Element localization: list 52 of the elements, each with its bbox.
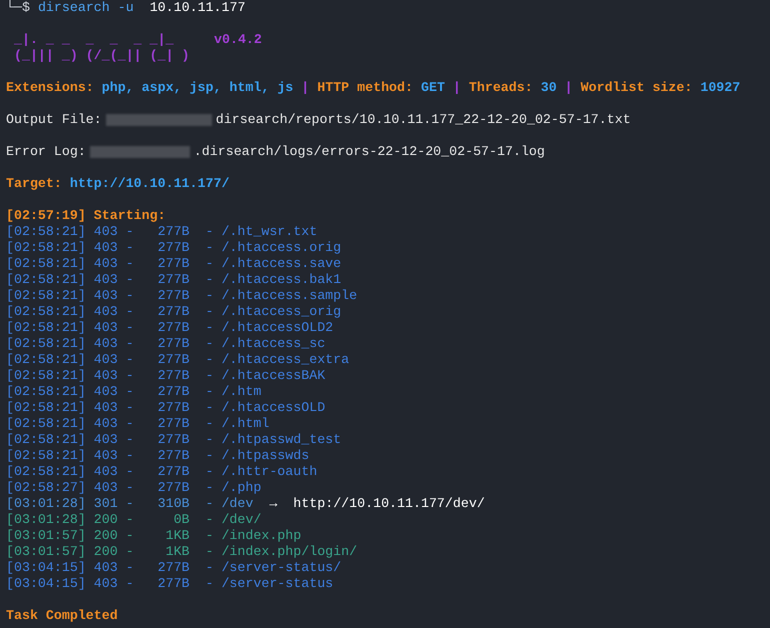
result-row: [02:58:21] 403 - 277B - /.htaccess_extra bbox=[6, 352, 350, 368]
status-message: Task Completed bbox=[6, 608, 118, 624]
output-label: Output File: bbox=[6, 112, 102, 128]
target-url: http://10.10.11.177/ bbox=[70, 176, 230, 192]
result-row: [03:01:28] 200 - 0B - /dev/ bbox=[6, 512, 262, 528]
config-value: 10927 bbox=[700, 80, 740, 96]
result-row: [02:58:21] 403 - 277B - /.htpasswd_test bbox=[6, 432, 342, 448]
result-row: [02:58:21] 403 - 277B - /.ht_wsr.txt bbox=[6, 224, 318, 240]
result-row: [02:58:21] 403 - 277B - /.htaccess_sc bbox=[6, 336, 326, 352]
ascii-logo: (_||| _) (/_(_|| (_| ) bbox=[12, 48, 191, 64]
result-row: [03:04:15] 403 - 277B - /server-status bbox=[6, 576, 334, 592]
config-label: Threads: bbox=[468, 80, 533, 96]
ascii-logo: _|. _ _ _ _ _ _|_ bbox=[12, 32, 175, 48]
command-argument: 10.10.11.177 bbox=[150, 0, 246, 16]
result-row: [02:58:21] 403 - 277B - /.htpasswds bbox=[6, 448, 310, 464]
target-label: Target: bbox=[6, 176, 62, 192]
config-value: php, aspx, jsp, html, js bbox=[102, 80, 294, 96]
result-row: [02:58:21] 403 - 277B - /.html bbox=[6, 416, 270, 432]
result-row: [02:58:21] 403 - 277B - /.htm bbox=[6, 384, 262, 400]
result-row: [03:01:57] 200 - 1KB - /index.php/login/ bbox=[6, 544, 358, 560]
result-row: [02:58:27] 403 - 277B - /.php bbox=[6, 480, 262, 496]
error-log-label: Error Log: bbox=[6, 144, 86, 160]
result-row: [02:58:21] 403 - 277B - /.htaccess.sample bbox=[6, 288, 358, 304]
result-row: [03:01:28] 301 - 310B - /dev bbox=[6, 496, 254, 512]
start-time: [02:57:19] bbox=[6, 208, 86, 224]
config-value: GET bbox=[420, 80, 445, 96]
arrow-text: → bbox=[269, 496, 278, 512]
result-row: [02:58:21] 403 - 277B - /.htaccess.orig bbox=[6, 240, 342, 256]
command-text: dirsearch bbox=[38, 0, 110, 16]
result-row: [02:58:21] 403 - 277B - /.htaccess.save bbox=[6, 256, 342, 272]
separator-text: | bbox=[452, 80, 461, 96]
config-value: 30 bbox=[540, 80, 557, 96]
separator-text: | bbox=[564, 80, 573, 96]
result-row: [02:58:21] 403 - 277B - /.htaccessOLD bbox=[6, 400, 326, 416]
config-label: HTTP method: bbox=[317, 80, 413, 96]
result-row: [02:58:21] 403 - 277B - /.htaccess.bak1 bbox=[6, 272, 342, 288]
prompt-symbol: └─$ bbox=[6, 0, 30, 16]
error-log-path: .dirsearch/logs/errors-22-12-20_02-57-17.log bbox=[194, 144, 545, 160]
result-row: [02:58:21] 403 - 277B - /.htaccessOLD2 bbox=[6, 320, 334, 336]
start-label: Starting: bbox=[94, 208, 166, 224]
output-path: dirsearch/reports/10.10.11.177_22-12-20_02-57-17.txt bbox=[216, 112, 631, 128]
result-row: [03:01:57] 200 - 1KB - /index.php bbox=[6, 528, 302, 544]
result-row: [03:04:15] 403 - 277B - /server-status/ bbox=[6, 560, 342, 576]
version-label: v0.4.2 bbox=[214, 32, 262, 48]
result-row: [02:58:21] 403 - 277B - /.htaccess_orig bbox=[6, 304, 342, 320]
result-row: [02:58:21] 403 - 277B - /.htaccessBAK bbox=[6, 368, 326, 384]
config-label: Wordlist size: bbox=[580, 80, 692, 96]
flag-text: -u bbox=[118, 0, 134, 16]
redirect-url: http://10.10.11.177/dev/ bbox=[293, 496, 485, 512]
result-row: [02:58:21] 403 - 277B - /.httr-oauth bbox=[6, 464, 318, 480]
config-label: Extensions: bbox=[6, 80, 94, 96]
separator-text: | bbox=[301, 80, 310, 96]
